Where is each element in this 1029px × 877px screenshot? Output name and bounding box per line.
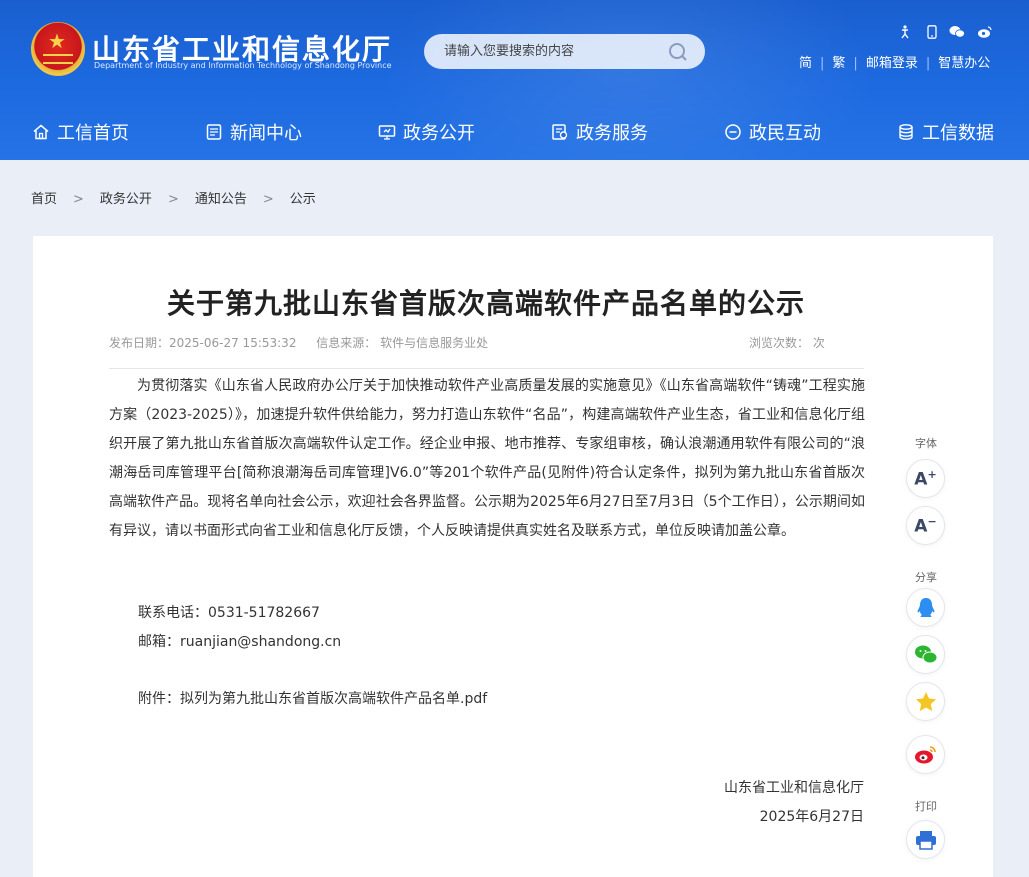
nav-item-home[interactable]: 工信首页 xyxy=(32,108,129,156)
article-panel: 关于第九批山东省首版次高端软件产品名单的公示 发布日期：2025-06-27 1… xyxy=(33,236,993,877)
search-box xyxy=(424,34,705,69)
font-label: 字体 xyxy=(915,437,937,450)
nav-item-data[interactable]: 工信数据 xyxy=(897,108,994,156)
share-wechat-button[interactable] xyxy=(906,635,945,674)
top-icon-bar xyxy=(897,25,997,43)
breadcrumb-public-notice[interactable]: 公示 xyxy=(290,192,316,207)
view-count: 浏览次数： 次 xyxy=(749,336,825,350)
wechat-icon[interactable] xyxy=(949,25,965,41)
nav-item-label: 工信首页 xyxy=(57,123,129,144)
site-subtitle: Department of Industry and Information T… xyxy=(94,61,392,70)
site-header: ★ 山东省工业和信息化厅 Department of Industry and … xyxy=(0,0,1029,160)
search-icon[interactable] xyxy=(666,40,690,64)
article-title: 关于第九批山东省首版次高端软件产品名单的公示 xyxy=(166,287,805,320)
nav-item-interaction[interactable]: 政民互动 xyxy=(724,108,821,156)
contact-email: 邮箱：ruanjian@shandong.cn xyxy=(138,634,342,650)
share-weibo-button[interactable] xyxy=(906,735,945,774)
font-decrease-button[interactable]: A− xyxy=(906,506,945,545)
article-meta: 发布日期：2025-06-27 15:53:32 信息来源： 软件与信息服务业处… xyxy=(109,334,849,351)
home-icon xyxy=(33,124,49,140)
contact-phone: 联系电话：0531-51782667 xyxy=(138,605,320,621)
breadcrumb-home[interactable]: 首页 xyxy=(31,192,57,207)
news-icon xyxy=(206,124,222,140)
info-source: 信息来源： 软件与信息服务业处 xyxy=(316,336,489,350)
star-icon xyxy=(915,691,936,711)
signature: 山东省工业和信息化厅 xyxy=(724,780,864,796)
nav-item-label: 政务服务 xyxy=(576,123,648,144)
qq-icon xyxy=(917,597,934,617)
publish-date: 发布日期：2025-06-27 15:53:32 xyxy=(109,336,297,350)
simplified-chinese-link[interactable]: 简 xyxy=(799,56,812,71)
nav-item-label: 政民互动 xyxy=(749,123,821,144)
attachment-link[interactable]: 拟列为第九批山东省首版次高端软件产品名单.pdf xyxy=(180,691,487,707)
breadcrumb: 首页 > 政务公开 > 通知公告 > 公示 xyxy=(31,192,316,207)
nav-item-label: 政务公开 xyxy=(403,123,475,144)
font-increase-button[interactable]: A+ xyxy=(906,459,945,498)
breadcrumb-notices[interactable]: 通知公告 xyxy=(195,192,247,207)
printer-icon xyxy=(915,830,936,850)
gov-service-icon xyxy=(552,124,568,140)
gov-open-icon xyxy=(378,125,396,140)
main-nav: 工信首页 新闻中心 政务公开 政务服务 政民互动 工信数据 xyxy=(0,108,1029,156)
attachment-prefix: 附件： xyxy=(138,691,180,707)
weibo-icon[interactable] xyxy=(977,25,993,41)
nav-item-label: 新闻中心 xyxy=(230,123,302,144)
print-label: 打印 xyxy=(915,800,937,813)
traditional-chinese-link[interactable]: 繁 xyxy=(832,56,845,71)
sign-date: 2025年6月27日 xyxy=(759,809,864,825)
share-favorite-button[interactable] xyxy=(906,682,945,721)
divider xyxy=(109,368,864,369)
star-icon: ★ xyxy=(48,29,66,53)
share-qq-button[interactable] xyxy=(906,588,945,627)
smart-office-link[interactable]: 智慧办公 xyxy=(938,56,990,71)
nav-item-label: 工信数据 xyxy=(922,123,994,144)
top-links: 简 | 繁 | 邮箱登录 | 智慧办公 xyxy=(799,56,991,71)
attachment: 附件：拟列为第九批山东省首版次高端软件产品名单.pdf xyxy=(138,688,487,708)
national-emblem-logo[interactable]: ★ xyxy=(31,22,85,76)
interaction-icon xyxy=(725,124,741,140)
breadcrumb-gov-open[interactable]: 政务公开 xyxy=(100,192,152,207)
nav-item-gov-open[interactable]: 政务公开 xyxy=(378,108,475,156)
print-button[interactable] xyxy=(906,820,945,859)
accessibility-icon[interactable] xyxy=(897,25,913,41)
database-icon xyxy=(899,124,913,140)
mobile-icon[interactable] xyxy=(924,25,940,41)
nav-item-news[interactable]: 新闻中心 xyxy=(205,108,302,156)
share-label: 分享 xyxy=(915,571,937,584)
wechat-icon xyxy=(914,645,937,663)
weibo-icon xyxy=(914,745,936,763)
nav-item-gov-service[interactable]: 政务服务 xyxy=(551,108,648,156)
mail-login-link[interactable]: 邮箱登录 xyxy=(866,56,918,71)
search-input[interactable] xyxy=(444,34,664,69)
article-body: 为贯彻落实《山东省人民政府办公厅关于加快推动软件产业高质量发展的实施意见》《山东… xyxy=(109,378,865,539)
